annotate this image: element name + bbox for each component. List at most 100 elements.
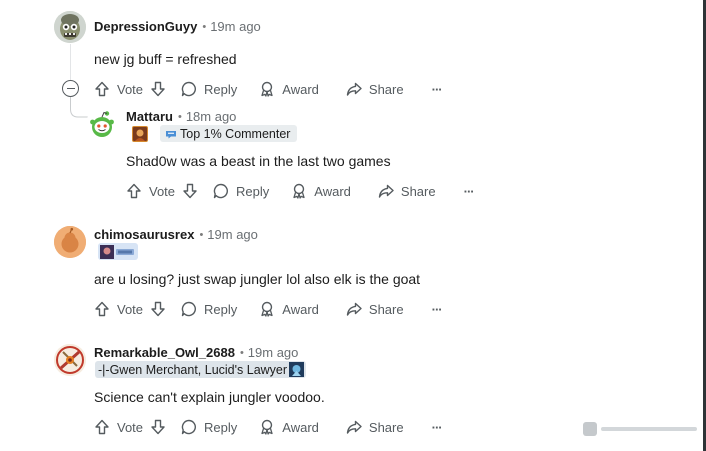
arrow-up-icon xyxy=(95,301,109,317)
speech-bubble-icon xyxy=(181,81,196,97)
username[interactable]: Mattaru xyxy=(126,109,173,124)
award-button[interactable]: Award xyxy=(259,81,319,97)
award-icon xyxy=(261,419,273,435)
flair-text: -|-Gwen Merchant, Lucid's Lawyer xyxy=(98,362,288,377)
downvote-button[interactable] xyxy=(150,301,166,317)
timestamp[interactable]: 19m ago xyxy=(207,227,258,242)
separator-dot: • xyxy=(199,228,204,241)
share-button[interactable]: Share xyxy=(346,81,404,97)
comment-body: Science can't explain jungler voodoo. xyxy=(94,389,325,405)
emblem-avatar-icon xyxy=(54,344,86,376)
reply-label: Reply xyxy=(204,81,238,97)
more-options-button[interactable]: ··· xyxy=(431,81,443,97)
share-button[interactable]: Share xyxy=(346,419,404,435)
avatar[interactable] xyxy=(54,11,86,43)
comment-actions: Vote Reply Award Share ··· xyxy=(94,415,443,439)
more-options-button[interactable]: ··· xyxy=(431,419,443,435)
share-label: Share xyxy=(368,301,404,317)
share-icon xyxy=(346,82,362,96)
upvote-button[interactable]: Vote xyxy=(94,301,143,317)
arrow-down-icon xyxy=(151,301,165,317)
flair-emoji xyxy=(132,126,148,142)
comment-meta: Remarkable_Owl_2688 • 19m ago xyxy=(94,345,298,360)
comment-meta: chimosaurusrex • 19m ago xyxy=(94,227,258,242)
comment-meta: Mattaru • 18m ago xyxy=(126,109,236,124)
avatar[interactable] xyxy=(54,344,86,376)
vote-label: Vote xyxy=(117,419,144,435)
award-button[interactable]: Award xyxy=(259,419,319,435)
separator-dot: • xyxy=(202,20,207,33)
award-button[interactable]: Award xyxy=(291,183,351,199)
share-label: Share xyxy=(400,183,436,199)
reply-button[interactable]: Reply xyxy=(181,301,237,317)
more-options-button[interactable]: ··· xyxy=(431,301,443,317)
speech-bubble-icon xyxy=(213,183,228,199)
comment-thread: DepressionGuyy • 19m ago new jg buff = r… xyxy=(0,0,706,451)
zombie-avatar-icon xyxy=(54,11,86,43)
comment-meta: DepressionGuyy • 19m ago xyxy=(94,19,261,34)
arrow-down-icon xyxy=(151,81,165,97)
separator-dot: • xyxy=(177,110,182,123)
upvote-button[interactable]: Vote xyxy=(94,419,143,435)
share-icon xyxy=(346,302,362,316)
share-button[interactable]: Share xyxy=(346,301,404,317)
award-icon xyxy=(293,183,305,199)
avatar[interactable] xyxy=(86,108,118,140)
arrow-up-icon xyxy=(95,81,109,97)
comment-actions: Vote Reply Award Share ··· xyxy=(94,297,443,321)
arrow-down-icon xyxy=(183,183,197,199)
reply-button[interactable]: Reply xyxy=(181,81,237,97)
award-label: Award xyxy=(282,419,319,435)
award-icon xyxy=(261,81,273,97)
comment-body: Shad0w was a beast in the last two games xyxy=(126,153,391,169)
comment-actions: Vote Reply Award Share ··· xyxy=(94,77,443,101)
reply-label: Reply xyxy=(204,301,238,317)
downvote-button[interactable] xyxy=(150,81,166,97)
share-icon xyxy=(346,420,362,434)
timestamp[interactable]: 18m ago xyxy=(186,109,237,124)
comment-body: are u losing? just swap jungler lol also… xyxy=(94,271,421,287)
comment-body: new jg buff = refreshed xyxy=(94,51,237,67)
more-icon: ··· xyxy=(431,419,443,435)
downvote-button[interactable] xyxy=(182,183,198,199)
thread-line xyxy=(70,44,71,80)
user-flair xyxy=(98,243,138,260)
award-label: Award xyxy=(282,81,319,97)
username[interactable]: DepressionGuyy xyxy=(94,19,197,34)
more-options-button[interactable]: ··· xyxy=(464,184,475,199)
collapse-thread-button[interactable] xyxy=(62,80,79,97)
champion-portrait-icon xyxy=(135,129,145,141)
share-label: Share xyxy=(368,81,404,97)
speech-bubble-icon xyxy=(181,419,196,435)
vote-label: Vote xyxy=(117,81,144,97)
more-icon: ··· xyxy=(431,81,443,97)
flair-emblem-icon xyxy=(100,244,134,259)
upvote-button[interactable]: Vote xyxy=(94,81,143,97)
share-icon xyxy=(378,184,394,198)
reply-button[interactable]: Reply xyxy=(181,419,237,435)
downvote-button[interactable] xyxy=(150,419,166,435)
user-flair: -|-Gwen Merchant, Lucid's Lawyer xyxy=(95,361,307,378)
timestamp[interactable]: 19m ago xyxy=(248,345,299,360)
share-button[interactable]: Share xyxy=(378,183,436,199)
reply-button[interactable]: Reply xyxy=(213,183,269,199)
upvote-button[interactable]: Vote xyxy=(126,183,175,199)
award-label: Award xyxy=(282,301,319,317)
more-icon: ··· xyxy=(431,301,443,317)
user-flair: Top 1% Commenter xyxy=(160,125,298,142)
flair-text: Top 1% Commenter xyxy=(180,126,291,141)
arrow-up-icon xyxy=(127,183,141,199)
award-button[interactable]: Award xyxy=(259,301,319,317)
comment-actions: Vote Reply Award Share ··· xyxy=(126,179,475,203)
timestamp[interactable]: 19m ago xyxy=(210,19,261,34)
vote-label: Vote xyxy=(149,183,176,199)
reply-label: Reply xyxy=(204,419,238,435)
watermark-logo-icon xyxy=(583,422,597,436)
snoo-avatar-icon xyxy=(86,108,118,140)
reply-label: Reply xyxy=(236,183,270,199)
separator-dot: • xyxy=(239,346,244,359)
username[interactable]: Remarkable_Owl_2688 xyxy=(94,345,235,360)
watermark-text-graphic xyxy=(601,427,697,431)
username[interactable]: chimosaurusrex xyxy=(94,227,194,242)
avatar[interactable] xyxy=(54,226,86,258)
